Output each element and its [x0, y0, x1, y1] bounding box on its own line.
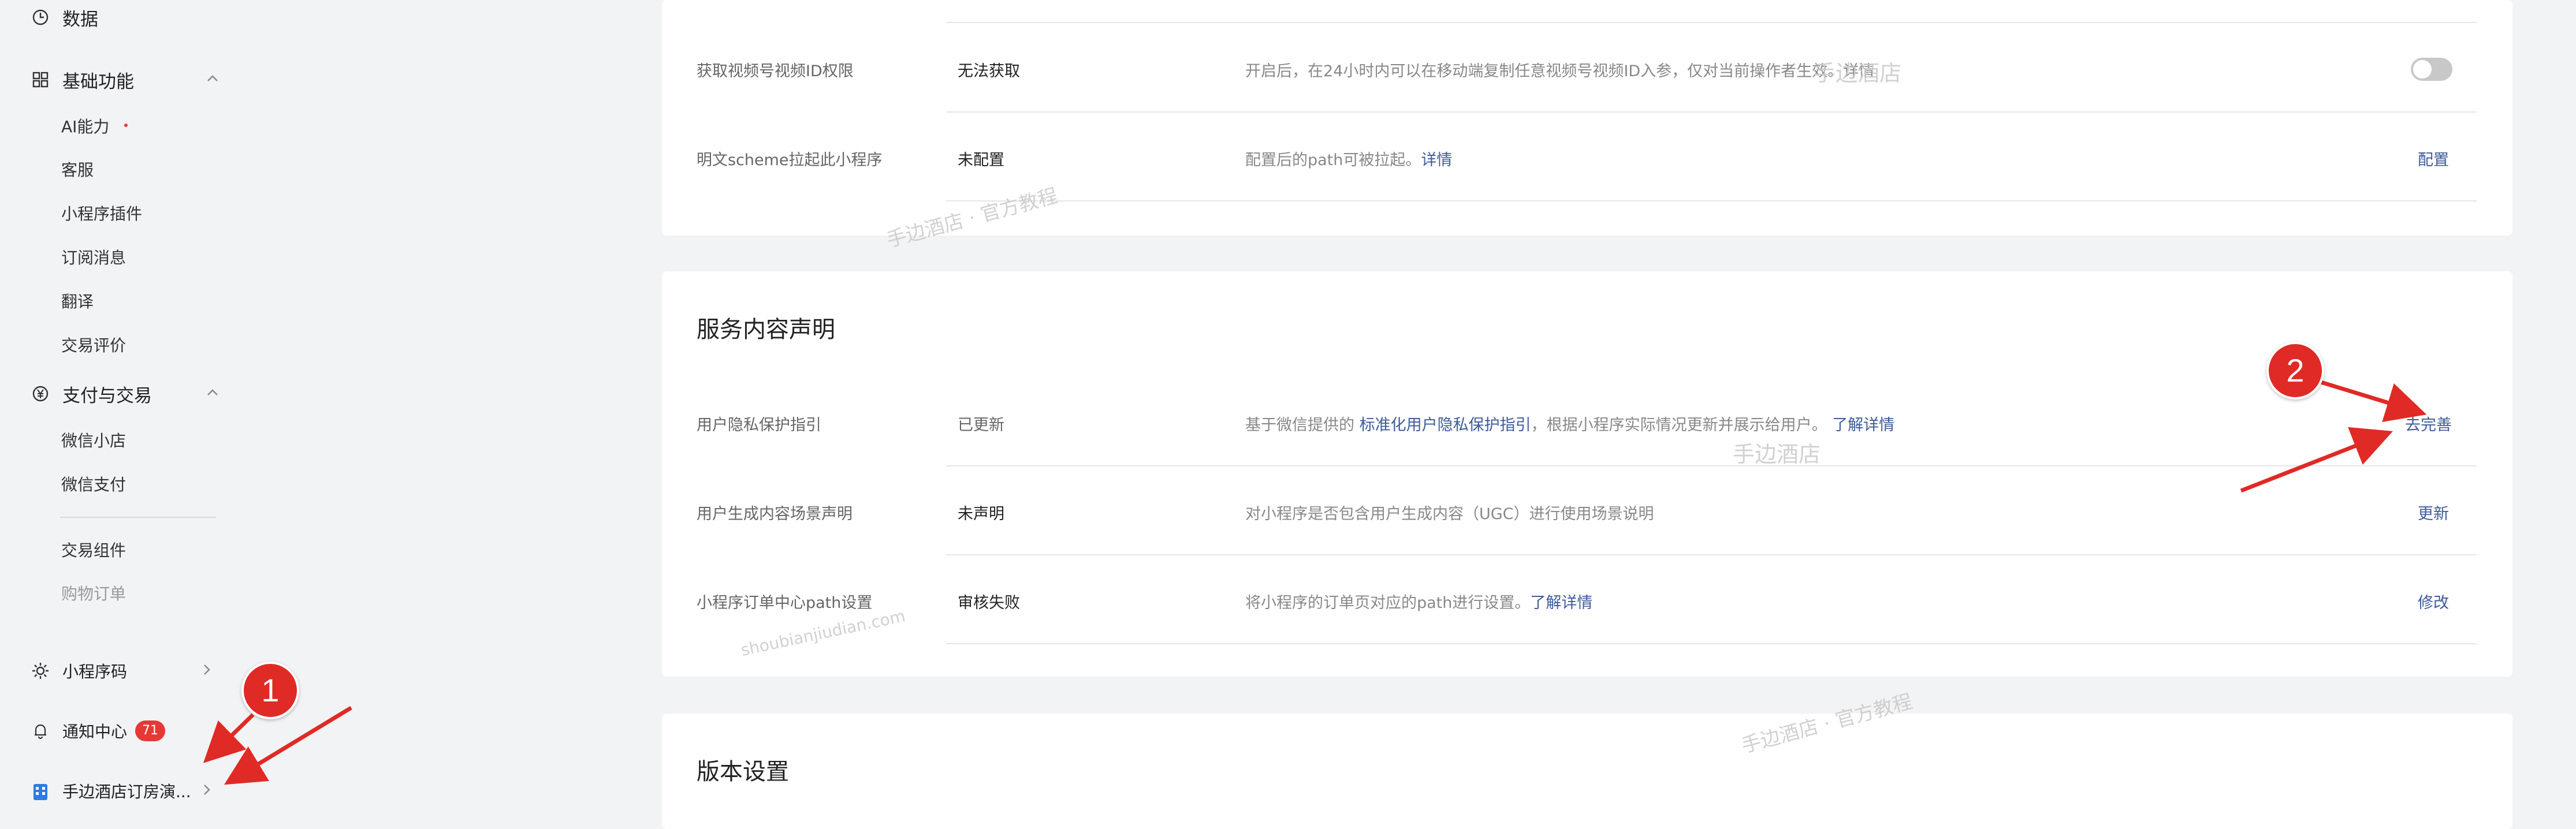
chevron-right-icon[interactable]	[196, 659, 217, 682]
sidebar-item-label: 小程序码	[62, 662, 128, 681]
annotation-marker-1: 1	[241, 662, 299, 719]
chevron-right-icon[interactable]	[196, 779, 217, 802]
row-label: 小程序订单中心path设置	[697, 594, 873, 612]
sidebar-item-wechat-shop[interactable]: 微信小店	[61, 427, 126, 455]
row-description: 基于微信提供的 标准化用户隐私保护指引，根据小程序实际情况更新并展示给用户。 了…	[1245, 416, 1895, 434]
sidebar: 数据 基础功能 AI能力 客服 小程序插件 订阅消息 翻译 交易评价 支付与交易…	[0, 0, 635, 824]
bell-icon	[29, 719, 52, 742]
row-status: 未声明	[958, 505, 1004, 523]
account-name: 手边酒店订房演...	[62, 782, 191, 801]
update-ugc-button[interactable]: 更新	[2418, 501, 2449, 524]
sidebar-item-plugins[interactable]: 小程序插件	[61, 200, 142, 229]
clock-icon	[29, 6, 52, 29]
learn-more-link[interactable]: 了解详情	[1530, 594, 1592, 612]
watermark: 手边酒店	[1814, 61, 1902, 86]
chevron-up-icon[interactable]	[202, 382, 223, 405]
row-divider	[946, 200, 2477, 201]
row-status: 审核失败	[958, 594, 1020, 612]
sidebar-item-notify[interactable]: 通知中心 71	[29, 714, 166, 748]
building-icon	[29, 779, 52, 802]
row-status: 未配置	[958, 151, 1004, 169]
row-label: 明文scheme拉起此小程序	[697, 151, 883, 169]
watermark: 手边酒店	[1733, 442, 1821, 467]
chevron-up-icon[interactable]	[202, 68, 223, 91]
row-status: 已更新	[958, 416, 1004, 434]
sidebar-group-label: 基础功能	[62, 71, 134, 92]
grid-icon	[29, 68, 52, 91]
version-settings-card	[662, 714, 2512, 829]
row-divider	[946, 111, 2477, 113]
sidebar-item-trade-component[interactable]: 交易组件	[61, 536, 126, 565]
row-divider	[946, 554, 2477, 555]
sun-icon	[29, 659, 52, 682]
annotation-marker-2: 2	[2266, 342, 2324, 399]
learn-more-link[interactable]: 了解详情	[1832, 416, 1894, 434]
row-status: 无法获取	[958, 62, 1020, 80]
configure-button[interactable]: 配置	[2418, 147, 2449, 170]
row-description: 开启后，在24小时内可以在移动端复制任意视频号视频ID入参，仅对当前操作者生效。…	[1245, 62, 1875, 80]
section-title: 版本设置	[697, 759, 789, 785]
sidebar-item-reviews[interactable]: 交易评价	[61, 331, 126, 360]
sidebar-item-ai[interactable]: AI能力	[61, 113, 128, 141]
row-description: 将小程序的订单页对应的path进行设置。了解详情	[1245, 594, 1593, 612]
notification-count-badge: 71	[135, 720, 166, 741]
account-switcher[interactable]: 手边酒店订房演...	[29, 774, 210, 808]
sidebar-divider	[60, 517, 216, 518]
row-description: 配置后的path可被拉起。详情	[1245, 151, 1453, 169]
sidebar-group-basic[interactable]: 基础功能	[29, 62, 218, 97]
row-label: 获取视频号视频ID权限	[697, 62, 854, 80]
row-divider	[946, 22, 2477, 23]
details-link[interactable]: 详情	[1421, 151, 1452, 169]
row-description: 对小程序是否包含用户生成内容（UGC）进行使用场景说明	[1245, 505, 1654, 523]
new-dot	[124, 124, 128, 127]
video-id-permission-toggle[interactable]	[2411, 58, 2452, 81]
sidebar-item-subscribe[interactable]: 订阅消息	[61, 244, 126, 272]
sidebar-item-label: 通知中心	[62, 722, 128, 741]
sidebar-item-qrcode[interactable]: 小程序码	[29, 654, 210, 688]
sidebar-item-data[interactable]: 数据	[29, 0, 98, 35]
complete-privacy-button[interactable]: 去完善	[2405, 412, 2452, 435]
sidebar-item-wechat-pay[interactable]: 微信支付	[61, 470, 126, 499]
sidebar-group-label: 支付与交易	[62, 385, 152, 406]
sidebar-item-translate[interactable]: 翻译	[61, 287, 94, 316]
section-title: 服务内容声明	[697, 316, 835, 343]
sidebar-item-customer-service[interactable]: 客服	[61, 156, 94, 185]
yen-icon	[29, 382, 52, 405]
modify-order-path-button[interactable]: 修改	[2418, 590, 2449, 613]
privacy-guide-link[interactable]: 标准化用户隐私保护指引	[1360, 416, 1531, 434]
sidebar-group-payment[interactable]: 支付与交易	[29, 376, 218, 411]
row-divider	[946, 643, 2477, 644]
row-label: 用户生成内容场景声明	[697, 505, 853, 523]
sidebar-item-label: 数据	[62, 9, 98, 30]
service-declaration-card	[662, 271, 2512, 677]
row-divider	[946, 465, 2477, 466]
sidebar-item-shopping-orders[interactable]: 购物订单	[61, 580, 126, 608]
row-label: 用户隐私保护指引	[697, 416, 821, 434]
